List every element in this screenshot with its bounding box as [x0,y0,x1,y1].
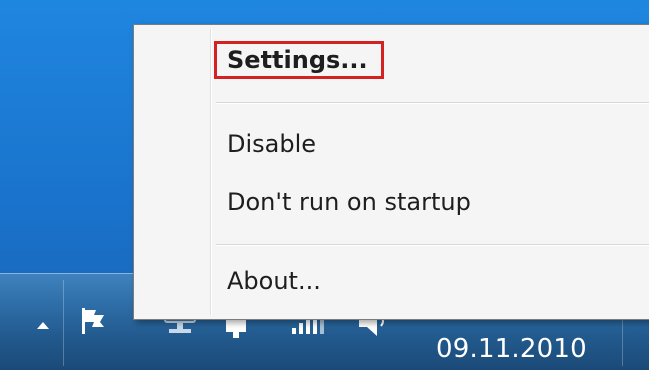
menu-item-dont-run-on-startup[interactable]: Don't run on startup [227,188,471,216]
settings-highlight-box [214,41,384,79]
menu-item-about[interactable]: About... [227,267,321,295]
menu-item-disable[interactable]: Disable [227,130,316,158]
menu-gutter-divider [210,29,212,315]
taskbar-clock[interactable]: 09.11.2010 [436,334,596,364]
action-center-flag-icon[interactable] [80,306,108,338]
show-hidden-icons-arrow[interactable] [37,322,49,329]
taskbar-separator [63,280,64,366]
menu-separator [216,244,649,246]
menu-separator [216,102,649,104]
tray-context-menu: Settings... Disable Don't run on startup… [133,24,649,320]
